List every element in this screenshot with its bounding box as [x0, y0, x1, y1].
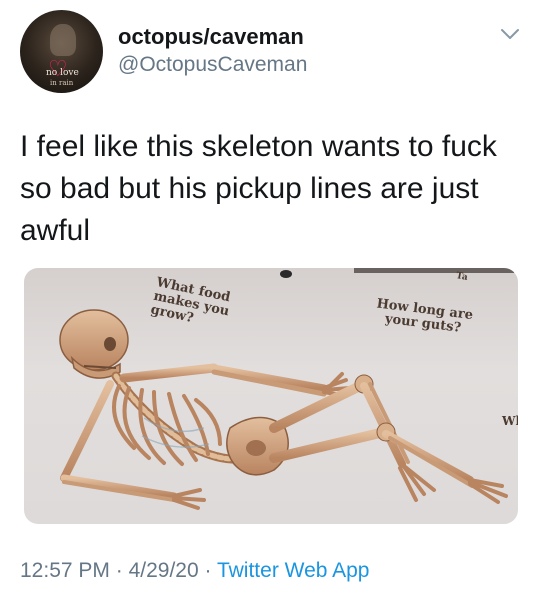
- avatar-text-line2: in rain: [50, 79, 74, 87]
- image-caption-edge: Wh: [502, 414, 518, 428]
- chevron-down-icon[interactable]: [499, 25, 521, 43]
- avatar-text-line1: no love: [46, 68, 79, 78]
- separator: ·: [204, 559, 212, 582]
- avatar-figure: [50, 24, 76, 56]
- tweet-card: ♡ no love in rain octopus/caveman @Octop…: [0, 0, 540, 599]
- tweet-text: I feel like this skeleton wants to fuck …: [20, 130, 497, 247]
- user-handle[interactable]: @OctopusCaveman: [118, 53, 307, 77]
- tweet-timestamp: 12:57 PM · 4/29/20 · Twitter Web App: [20, 559, 370, 583]
- tweet-time[interactable]: 12:57 PM: [20, 559, 110, 582]
- display-name[interactable]: octopus/caveman: [118, 24, 304, 50]
- avatar[interactable]: ♡ no love in rain: [20, 10, 103, 93]
- tweet-date[interactable]: 4/29/20: [129, 559, 199, 582]
- separator: ·: [115, 559, 123, 582]
- tweet-source-link[interactable]: Twitter Web App: [217, 559, 370, 582]
- image-caption-top-edge: Ta: [455, 271, 469, 283]
- tweet-image[interactable]: What food makes you grow? How long are y…: [24, 268, 518, 524]
